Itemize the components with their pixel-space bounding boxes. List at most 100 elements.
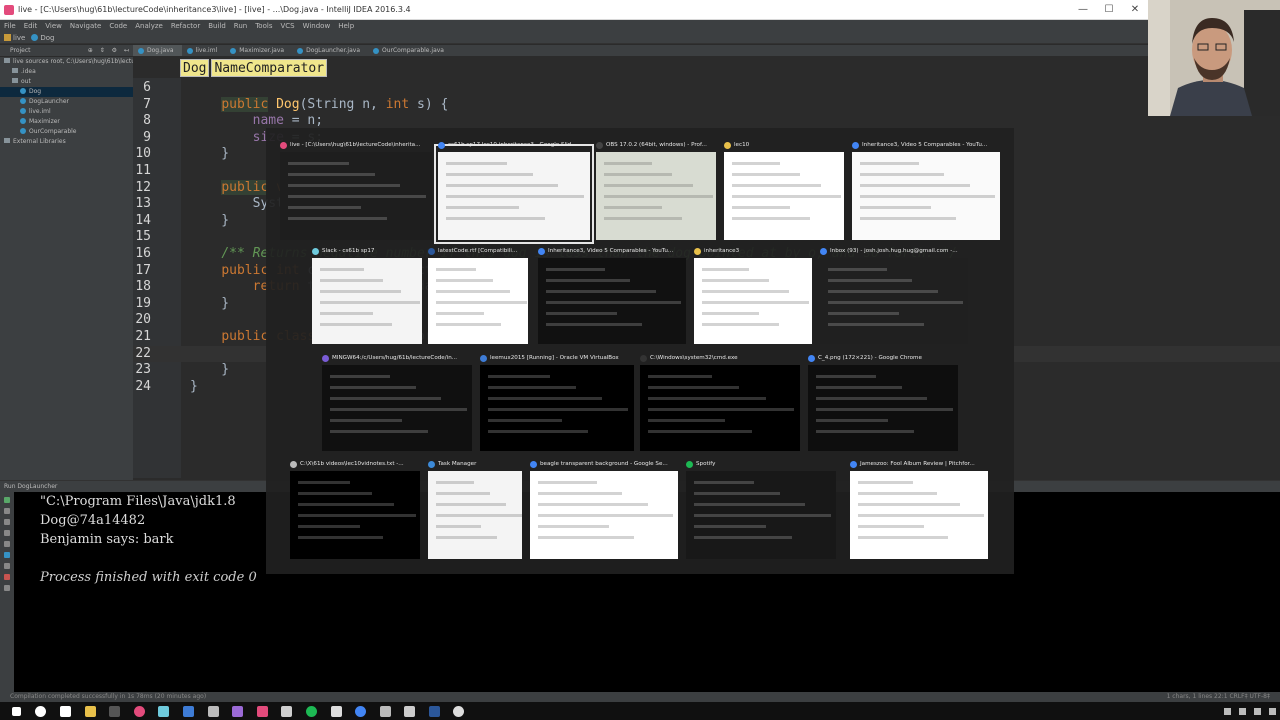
editor-tab[interactable]: DogLauncher.java xyxy=(292,45,368,56)
pause-icon[interactable] xyxy=(4,519,10,525)
chevron-up-icon[interactable] xyxy=(1224,707,1231,715)
switcher-window-thumbnail[interactable]: Inbox (93) - josh.josh.hug.hug@gmail.com… xyxy=(820,248,968,344)
network-icon[interactable] xyxy=(1239,707,1246,715)
chrome-icon xyxy=(355,705,367,717)
switcher-window-thumbnail[interactable]: Spotify xyxy=(686,461,836,559)
tree-item[interactable]: .idea xyxy=(0,67,133,77)
switcher-window-thumbnail[interactable]: C_4.png (172×221) - Google Chrome xyxy=(808,355,958,451)
run-panel-title[interactable]: Run DogLauncher xyxy=(4,483,57,490)
tree-item[interactable]: DogLauncher xyxy=(0,97,133,107)
folder-icon xyxy=(4,138,10,143)
taskbar-magnifier-button[interactable] xyxy=(373,702,398,720)
taskbar-git-button[interactable] xyxy=(127,702,152,720)
menu-item-analyze[interactable]: Analyze xyxy=(135,20,163,32)
line-number: 12 xyxy=(135,179,151,195)
taskbar-slack-button[interactable] xyxy=(152,702,177,720)
switcher-window-title-text: latestCode.rtf [Compatibili... xyxy=(438,248,518,254)
minimize-button[interactable]: — xyxy=(1070,0,1096,20)
editor-tab[interactable]: Dog.java xyxy=(133,45,182,56)
restore-layout-icon[interactable] xyxy=(4,552,10,558)
switcher-window-thumbnail[interactable]: C:\X\61b videos\lec10vidnotes.txt -... xyxy=(290,461,420,559)
project-panel-title[interactable]: Project xyxy=(10,45,31,56)
switcher-window-thumbnail[interactable]: latestCode.rtf [Compatibili... xyxy=(428,248,528,344)
switcher-window-thumbnail[interactable]: inheritance3 xyxy=(694,248,812,344)
menu-item-navigate[interactable]: Navigate xyxy=(70,20,101,32)
maximize-button[interactable]: ☐ xyxy=(1096,0,1122,20)
nav-crumb-project[interactable]: live xyxy=(4,32,25,43)
taskbar-search-button[interactable] xyxy=(29,702,54,720)
taskbar-task-view-button[interactable] xyxy=(53,702,78,720)
menu-item-file[interactable]: File xyxy=(4,20,16,32)
taskbar-file-explorer-button[interactable] xyxy=(78,702,103,720)
switcher-window-thumbnail[interactable]: Task Manager xyxy=(428,461,522,559)
tree-item[interactable]: live sources root, C:\Users\hug\61b\lect… xyxy=(0,57,133,67)
taskbar-notepad-button[interactable] xyxy=(275,702,300,720)
switcher-window-thumbnail[interactable]: lec10 xyxy=(724,142,844,240)
editor-tab[interactable]: Maximizer.java xyxy=(225,45,292,56)
menu-item-refactor[interactable]: Refactor xyxy=(171,20,200,32)
menu-item-help[interactable]: Help xyxy=(338,20,354,32)
menu-item-code[interactable]: Code xyxy=(109,20,127,32)
close-button[interactable]: ✕ xyxy=(1122,0,1148,20)
taskbar-word-button[interactable] xyxy=(422,702,447,720)
locate-icon[interactable]: ⊕ xyxy=(88,47,93,54)
switcher-window-thumbnail[interactable]: MINGW64:/c/Users/hug/61b/lectureCode/in.… xyxy=(322,355,472,451)
menu-item-run[interactable]: Run xyxy=(234,20,247,32)
taskbar-intellij-button[interactable] xyxy=(250,702,275,720)
preview-line xyxy=(828,279,913,282)
breadcrumb-inner-class[interactable]: NameComparator xyxy=(211,59,328,77)
taskbar-calculator-button[interactable] xyxy=(324,702,349,720)
tree-item[interactable]: Dog xyxy=(0,87,133,97)
dump-threads-icon[interactable] xyxy=(4,530,10,536)
switcher-window-thumbnail[interactable]: Inheritance3, Video 5 Comparables - YouT… xyxy=(852,142,1000,240)
tree-item[interactable]: out xyxy=(0,77,133,87)
menu-item-tools[interactable]: Tools xyxy=(255,20,272,32)
menu-item-view[interactable]: View xyxy=(45,20,62,32)
tree-item-label: DogLauncher xyxy=(29,98,69,105)
tree-item[interactable]: Maximizer xyxy=(0,117,133,127)
tree-item[interactable]: live.iml xyxy=(0,107,133,117)
menu-item-build[interactable]: Build xyxy=(208,20,226,32)
tree-item[interactable]: OurComparable xyxy=(0,127,133,137)
editor-tab[interactable]: live.iml xyxy=(182,45,226,56)
preview-line xyxy=(320,268,364,271)
switcher-window-thumbnail[interactable]: leemux2015 [Running] - Oracle VM Virtual… xyxy=(480,355,634,451)
breadcrumb-class[interactable]: Dog xyxy=(180,59,210,77)
close-run-icon[interactable] xyxy=(4,574,10,580)
gear-icon[interactable]: ⚙ xyxy=(112,47,117,54)
switcher-window-thumbnail[interactable]: Slack - cs61b sp17 xyxy=(312,248,422,344)
tree-item[interactable]: External Libraries xyxy=(0,137,133,147)
editor-tab[interactable]: OurComparable.java xyxy=(368,45,452,56)
taskbar-mail-button[interactable] xyxy=(398,702,423,720)
hide-icon[interactable]: ↤ xyxy=(124,47,129,54)
taskbar-spotify-button[interactable] xyxy=(299,702,324,720)
switcher-window-thumbnail[interactable]: OBS 17.0.2 (64bit, windows) - Prof... xyxy=(596,142,716,240)
notification-icon[interactable] xyxy=(1269,707,1276,715)
rerun-icon[interactable] xyxy=(4,497,10,503)
switcher-window-thumbnail[interactable]: Jameszoo: Fool Album Review | Pitchfor..… xyxy=(850,461,988,559)
preview-line xyxy=(436,312,484,315)
menu-item-window[interactable]: Window xyxy=(303,20,331,32)
switcher-window-thumbnail[interactable]: C:\Windows\system32\cmd.exe xyxy=(640,355,800,451)
taskbar-obs-button[interactable] xyxy=(201,702,226,720)
taskbar-start-button[interactable] xyxy=(4,702,29,720)
collapse-icon[interactable]: ⇕ xyxy=(100,47,105,54)
switcher-window-thumbnail[interactable]: live - [C:\Users\hug\61b\lectureCode\inh… xyxy=(280,142,432,240)
volume-icon[interactable] xyxy=(1254,707,1261,715)
settings-icon[interactable] xyxy=(4,541,10,547)
menu-item-edit[interactable]: Edit xyxy=(24,20,38,32)
taskbar-chrome-button[interactable] xyxy=(348,702,373,720)
help-icon[interactable] xyxy=(4,585,10,591)
taskbar-visual-studio-button[interactable] xyxy=(225,702,250,720)
taskbar-terminal-button[interactable] xyxy=(102,702,127,720)
switcher-window-thumbnail[interactable]: cs61b sp17 lec10 inheritance3 - Google S… xyxy=(434,142,594,244)
stop-icon[interactable] xyxy=(4,508,10,514)
nav-crumb-class[interactable]: Dog xyxy=(31,32,54,43)
menu-item-vcs[interactable]: VCS xyxy=(280,20,294,32)
pin-icon[interactable] xyxy=(4,563,10,569)
taskbar-clock-app-button[interactable] xyxy=(447,702,472,720)
switcher-window-thumbnail[interactable]: beagle transparent background - Google S… xyxy=(530,461,678,559)
switcher-window-thumbnail[interactable]: Inheritance3, Video 5 Comparables - YouT… xyxy=(538,248,686,344)
taskbar-virtualbox-button[interactable] xyxy=(176,702,201,720)
